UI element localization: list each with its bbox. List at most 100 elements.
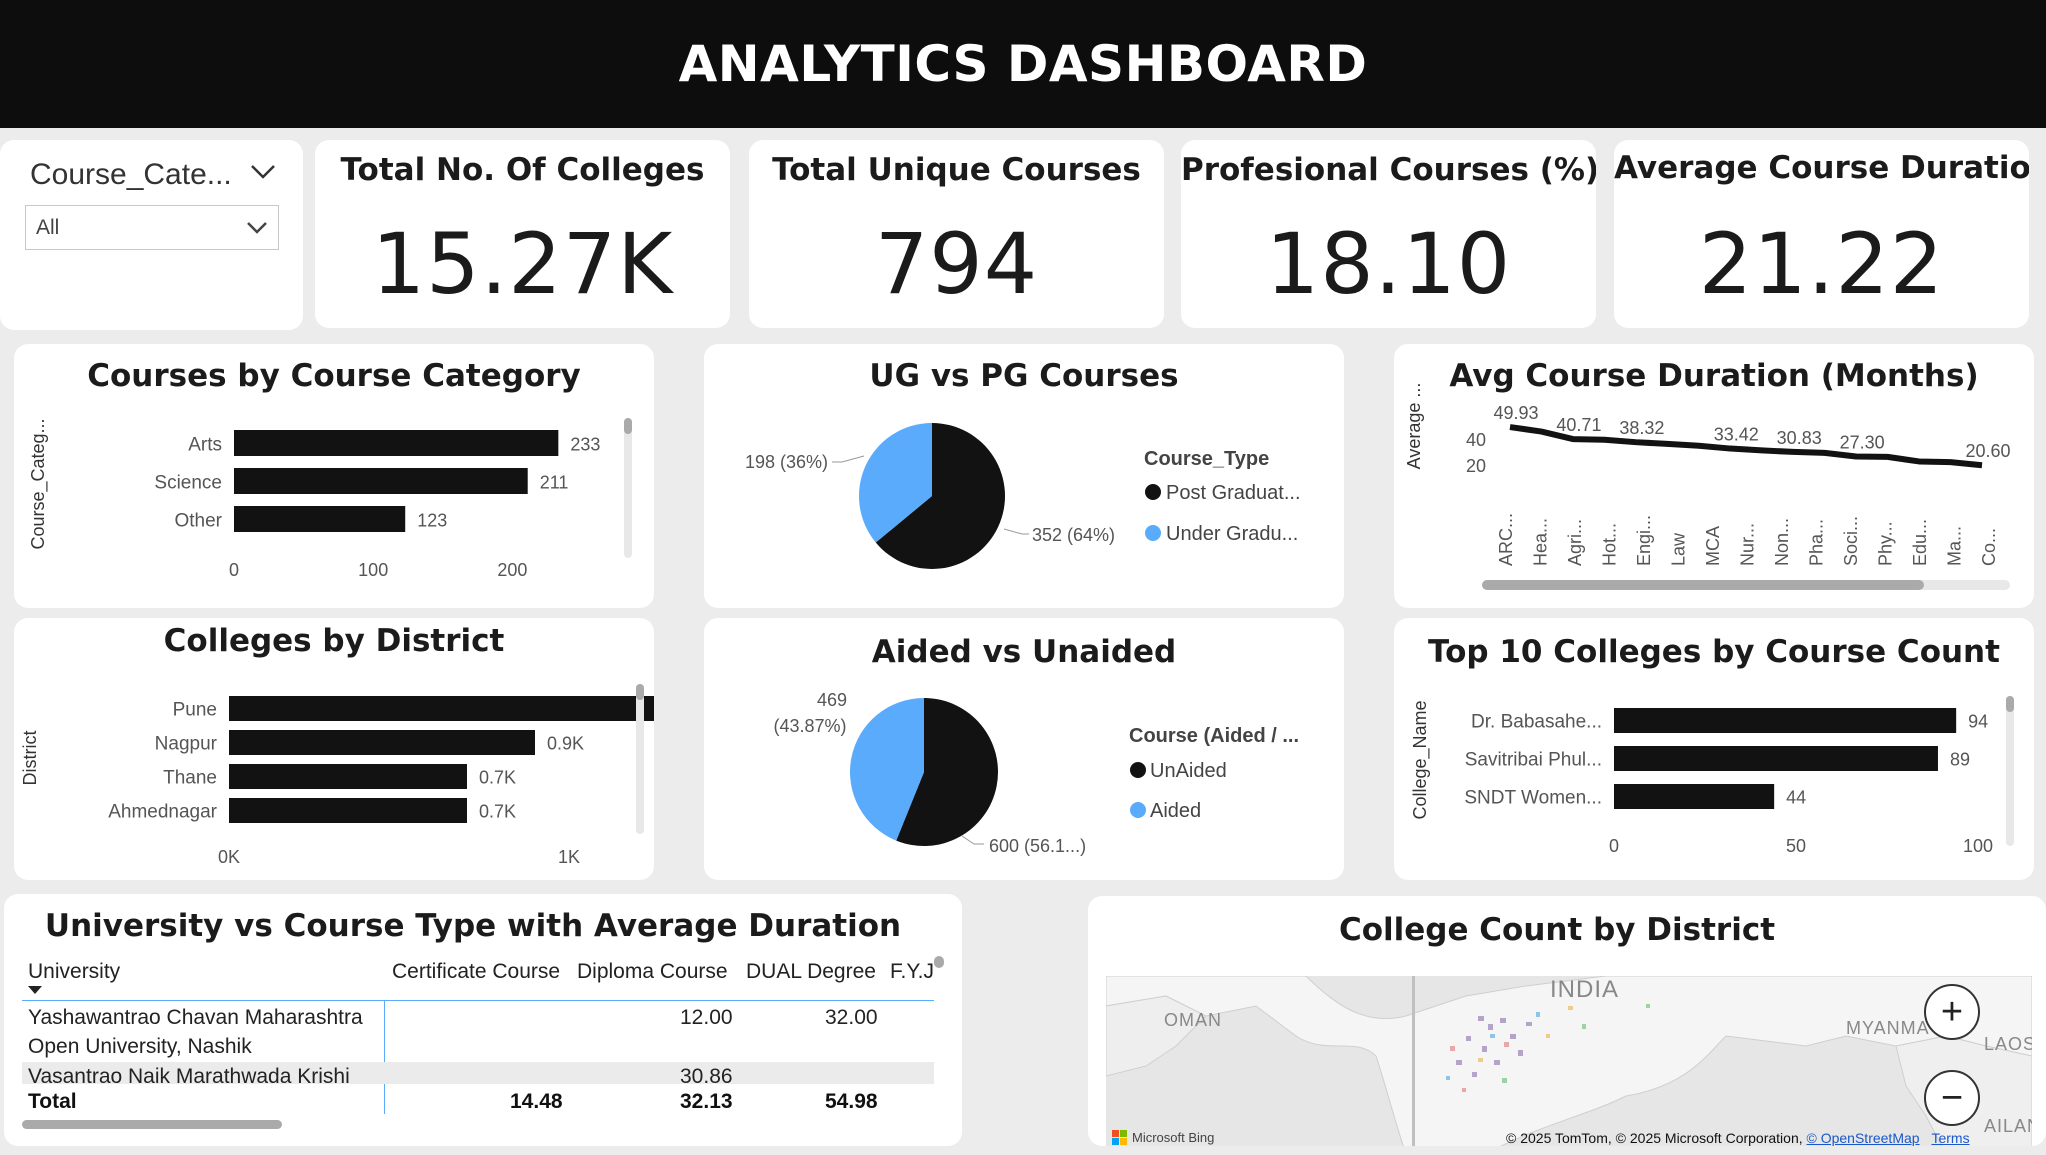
- kpi-card-total-colleges: Total No. Of Colleges 15.27K: [315, 140, 730, 328]
- scrollbar-thumb: [636, 684, 644, 700]
- pie-chart-svg: 352 (64%) 198 (36%) Course_Type Post Gradua…: [745, 423, 1301, 569]
- legend-dot: [1145, 525, 1161, 541]
- data-label: 600 (56.1...): [989, 836, 1086, 856]
- row-university-name: Vasantrao Naik Marathwada Krishi: [28, 1066, 350, 1084]
- tick-label: 40: [1466, 430, 1486, 450]
- category-label: Agri...: [1565, 519, 1585, 566]
- category-label: SNDT Women...: [1464, 788, 1602, 809]
- plus-icon: +: [1940, 991, 1964, 1033]
- category-label: Nur...: [1738, 523, 1758, 566]
- header-divider: [22, 1000, 934, 1001]
- zoom-out-button[interactable]: −: [1924, 1070, 1980, 1126]
- tick-label: 1K: [558, 847, 580, 867]
- tick-label: 100: [358, 560, 388, 580]
- category-label: Hot...: [1600, 523, 1620, 566]
- tick-label: 0: [1609, 836, 1619, 856]
- ug-vs-pg-chart[interactable]: UG vs PG Courses 352 (64%) 198 (36%) Cours…: [704, 344, 1344, 608]
- category-label: Soci...: [1841, 516, 1861, 566]
- bar: [229, 798, 467, 823]
- map-label-india: INDIA: [1550, 976, 1620, 1003]
- category-label: Phy...: [1876, 521, 1896, 566]
- top-colleges-chart[interactable]: Top 10 Colleges by Course Count Dr. Baba…: [1394, 618, 2034, 880]
- college-count-map[interactable]: College Count by District INDIA OMAN MYA…: [1088, 896, 2046, 1146]
- row-dual-value: 32.00: [825, 1006, 878, 1029]
- data-label: 30.83: [1777, 428, 1822, 448]
- osm-link[interactable]: © OpenStreetMap: [1807, 1130, 1920, 1146]
- map-canvas[interactable]: INDIA OMAN MYANMA LAOS AILAN + − Microso…: [1106, 976, 2032, 1146]
- kpi-card-unique-courses: Total Unique Courses 794: [749, 140, 1164, 328]
- legend-label: Under Gradu...: [1166, 523, 1298, 545]
- category-label: Ahmednagar: [108, 802, 217, 823]
- category-label: Pune: [173, 700, 217, 721]
- category-label: Other: [174, 510, 222, 531]
- category-label: Edu...: [1910, 519, 1930, 566]
- data-label: 123: [417, 510, 447, 530]
- horizontal-scrollbar[interactable]: [22, 1120, 282, 1129]
- slicer-dropdown[interactable]: All: [25, 205, 279, 250]
- column-divider: [384, 1000, 385, 1114]
- zoom-in-button[interactable]: +: [1924, 984, 1980, 1040]
- terms-link[interactable]: Terms: [1931, 1130, 1969, 1146]
- column-header-certificate[interactable]: Certificate Course: [392, 960, 560, 984]
- category-label: Nagpur: [155, 734, 218, 755]
- axis-label: College_Name: [1410, 700, 1431, 819]
- tick-label: 50: [1786, 836, 1806, 856]
- map-label-oman: OMAN: [1164, 1010, 1222, 1030]
- bar: [229, 764, 467, 789]
- avg-duration-chart[interactable]: Avg Course Duration (Months) Average ...…: [1394, 344, 2034, 608]
- column-header-university[interactable]: University: [28, 960, 120, 984]
- slicer-label: Course_Cate...: [30, 158, 232, 191]
- category-label: Law: [1669, 532, 1689, 566]
- data-label: 33.42: [1714, 425, 1759, 445]
- courses-by-category-chart[interactable]: Courses by Course Category Arts 233 Scienc…: [14, 344, 654, 608]
- category-label: Science: [154, 472, 222, 493]
- total-label: Total: [28, 1090, 77, 1113]
- row-diploma-value: 30.86: [680, 1066, 733, 1084]
- course-category-slicer[interactable]: Course_Cate... All: [0, 140, 303, 330]
- tick-label: 20: [1466, 456, 1486, 476]
- data-label: 469: [817, 690, 847, 710]
- bar: [234, 430, 559, 456]
- bar: [1614, 784, 1775, 809]
- slicer-selected-value: All: [36, 216, 60, 239]
- category-label: Pha...: [1807, 519, 1827, 566]
- colleges-by-district-chart[interactable]: Colleges by District Pune1.3KNagpur0.9KT…: [14, 618, 654, 880]
- chevron-down-icon: [247, 222, 267, 234]
- bar-chart-svg: Arts 233 Science 211 Other 123 0 100 200 Course_C…: [28, 418, 632, 580]
- category-label: Non...: [1772, 518, 1792, 566]
- column-header-diploma[interactable]: Diploma Course: [577, 960, 728, 984]
- bar: [234, 506, 406, 532]
- legend-title: Course_Type: [1144, 448, 1269, 470]
- university-course-type-table[interactable]: University vs Course Type with Average D…: [4, 894, 962, 1146]
- scrollbar-thumb: [2006, 696, 2014, 712]
- column-header-dual[interactable]: DUAL Degree: [746, 960, 876, 984]
- bar-chart-svg: Dr. Babasahe... 94 Savitribai Phul... 89 SND…: [1410, 696, 2014, 856]
- chevron-down-icon[interactable]: [250, 164, 276, 180]
- category-label: Ma...: [1945, 526, 1965, 566]
- tick-label: 0K: [218, 847, 240, 867]
- scrollbar-track: [2006, 696, 2014, 846]
- row-diploma-value: 12.00: [680, 1006, 733, 1029]
- category-label: MCA: [1703, 526, 1723, 566]
- tick-label: 200: [497, 560, 527, 580]
- legend-dot: [1130, 802, 1146, 818]
- kpi-value: 794: [874, 215, 1039, 313]
- kpi-value: 18.10: [1265, 215, 1512, 313]
- leader-line: [832, 455, 865, 463]
- aided-vs-unaided-chart[interactable]: Aided vs Unaided 600 (56.1...) 469 (43.87%…: [704, 618, 1344, 880]
- kpi-card-average-duration: Average Course Duration 21.22: [1614, 140, 2029, 328]
- kpi-title: Total Unique Courses: [772, 152, 1141, 188]
- map-copyright: © 2025 TomTom, © 2025 Microsoft Corporat…: [1506, 1130, 1970, 1146]
- scrollbar-thumb: [1482, 580, 1924, 590]
- category-label: Dr. Babasahe...: [1471, 712, 1602, 733]
- axis-label: District: [20, 731, 40, 786]
- row-university-name: Yashawantrao Chavan Maharashtra: [28, 1006, 363, 1029]
- line-chart-svg: Average ... 40 20 49.93 40.71 38.32 33.42 30.83…: [1404, 383, 2011, 590]
- category-label: Hea...: [1531, 518, 1551, 566]
- category-label: ARC...: [1496, 513, 1516, 566]
- column-header-fyj[interactable]: F.Y.J: [890, 960, 934, 984]
- data-label: 0.7K: [479, 768, 516, 788]
- bar-chart-svg: Pune1.3KNagpur0.9KThane0.7KAhmednagar0.7…: [20, 684, 654, 867]
- scrollbar-thumb[interactable]: [934, 956, 944, 968]
- sort-arrow-icon[interactable]: [28, 986, 42, 996]
